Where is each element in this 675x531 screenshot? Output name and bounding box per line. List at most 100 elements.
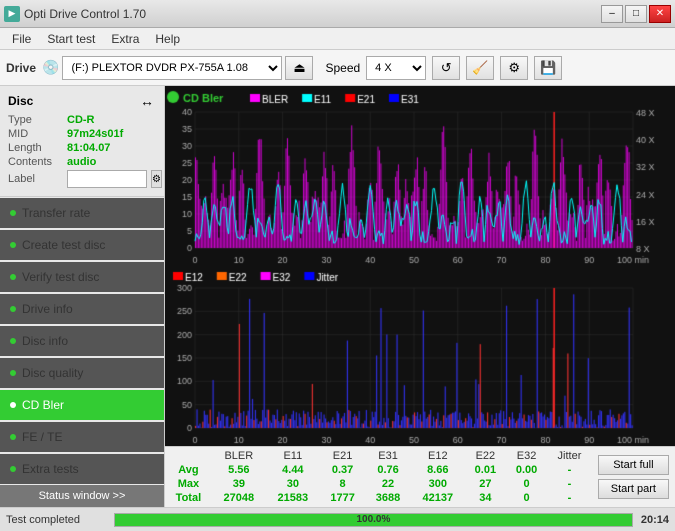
- nav-dot-disc-info: [10, 338, 16, 344]
- save-button[interactable]: 💾: [534, 56, 562, 80]
- maximize-button[interactable]: □: [625, 5, 647, 23]
- avg-e21: 0.37: [320, 463, 365, 477]
- chart-bottom-container: [165, 266, 675, 446]
- col-header-e22: E22: [465, 449, 506, 463]
- stats-table: BLER E11 E21 E31 E12 E22 E32 Jitter Avg …: [165, 449, 592, 505]
- nav-disc-info[interactable]: Disc info: [0, 326, 164, 356]
- type-value: CD-R: [67, 114, 95, 126]
- nav-disc-quality[interactable]: Disc quality: [0, 358, 164, 388]
- nav-dot-cd-bler: [10, 402, 16, 408]
- app-title: Opti Drive Control 1.70: [24, 7, 146, 21]
- nav-dot-create-test-disc: [10, 242, 16, 248]
- mid-value: 97m24s01f: [67, 128, 123, 140]
- disc-title: Disc: [8, 94, 33, 108]
- disc-panel: Disc ↔ Type CD-R MID 97m24s01f Length 81…: [0, 86, 164, 197]
- nav-extra-tests[interactable]: Extra tests: [0, 454, 164, 484]
- col-header-e32: E32: [506, 449, 547, 463]
- speed-label: Speed: [325, 61, 360, 75]
- chart-top-container: [165, 86, 675, 266]
- menu-file[interactable]: File: [4, 30, 39, 48]
- length-label: Length: [8, 142, 63, 154]
- avg-e11: 4.44: [266, 463, 320, 477]
- table-row-max: Max 39 30 8 22 300 27 0 -: [165, 477, 592, 491]
- col-header-empty: [165, 449, 212, 463]
- drive-icon: 💿: [42, 59, 59, 76]
- row-label-avg: Avg: [165, 463, 212, 477]
- row-label-total: Total: [165, 491, 212, 505]
- nav-label-transfer-rate: Transfer rate: [22, 206, 90, 220]
- max-e11: 30: [266, 477, 320, 491]
- length-value: 81:04.07: [67, 142, 110, 154]
- max-bler: 39: [212, 477, 266, 491]
- mid-label: MID: [8, 128, 63, 140]
- main-content: Disc ↔ Type CD-R MID 97m24s01f Length 81…: [0, 86, 675, 507]
- progress-label: 100.0%: [115, 514, 632, 526]
- nav-label-fe-te: FE / TE: [22, 430, 62, 444]
- time-label: 20:14: [641, 514, 669, 526]
- start-full-button[interactable]: Start full: [598, 455, 669, 475]
- nav-label-disc-quality: Disc quality: [22, 366, 83, 380]
- nav-create-test-disc[interactable]: Create test disc: [0, 230, 164, 260]
- nav-label-verify-test-disc: Verify test disc: [22, 270, 99, 284]
- progress-bar: 100.0%: [114, 513, 633, 527]
- col-header-e12: E12: [411, 449, 465, 463]
- nav-dot-drive-info: [10, 306, 16, 312]
- table-row-avg: Avg 5.56 4.44 0.37 0.76 8.66 0.01 0.00 -: [165, 463, 592, 477]
- col-header-bler: BLER: [212, 449, 266, 463]
- nav-label-cd-bler: CD Bler: [22, 398, 64, 412]
- max-e22: 27: [465, 477, 506, 491]
- nav-dot-transfer-rate: [10, 210, 16, 216]
- status-window-button[interactable]: Status window >>: [0, 485, 164, 507]
- nav-label-drive-info: Drive info: [22, 302, 73, 316]
- speed-select[interactable]: 4 X: [366, 56, 426, 80]
- minimize-button[interactable]: –: [601, 5, 623, 23]
- label-label: Label: [8, 173, 63, 185]
- total-e22: 34: [465, 491, 506, 505]
- disc-refresh-button[interactable]: ↔: [138, 92, 156, 110]
- nav-transfer-rate[interactable]: Transfer rate: [0, 198, 164, 228]
- chart-and-table: BLER E11 E21 E31 E12 E22 E32 Jitter Avg …: [165, 86, 675, 507]
- close-button[interactable]: ✕: [649, 5, 671, 23]
- nav-cd-bler[interactable]: CD Bler: [0, 390, 164, 420]
- total-jitter: -: [547, 491, 592, 505]
- refresh-button[interactable]: ↺: [432, 56, 460, 80]
- app-icon: ▶: [4, 6, 20, 22]
- nav-verify-test-disc[interactable]: Verify test disc: [0, 262, 164, 292]
- status-window-label: Status window >>: [39, 490, 126, 502]
- menu-start-test[interactable]: Start test: [39, 30, 103, 48]
- menubar: File Start test Extra Help: [0, 28, 675, 50]
- total-bler: 27048: [212, 491, 266, 505]
- table-row-total: Total 27048 21583 1777 3688 42137 34 0 -: [165, 491, 592, 505]
- eject-button[interactable]: ⏏: [285, 56, 313, 80]
- max-e31: 22: [365, 477, 410, 491]
- window-controls: – □ ✕: [601, 5, 671, 23]
- total-e31: 3688: [365, 491, 410, 505]
- nav-label-disc-info: Disc info: [22, 334, 68, 348]
- total-e32: 0: [506, 491, 547, 505]
- nav-fe-te[interactable]: FE / TE: [0, 422, 164, 452]
- label-input[interactable]: [67, 170, 147, 188]
- settings-button[interactable]: ⚙: [500, 56, 528, 80]
- menu-extra[interactable]: Extra: [103, 30, 147, 48]
- clear-button[interactable]: 🧹: [466, 56, 494, 80]
- chart-bottom-canvas: [165, 266, 675, 446]
- menu-help[interactable]: Help: [147, 30, 188, 48]
- start-part-button[interactable]: Start part: [598, 479, 669, 499]
- col-header-jitter: Jitter: [547, 449, 592, 463]
- total-e11: 21583: [266, 491, 320, 505]
- label-settings-button[interactable]: ⚙: [151, 170, 162, 188]
- max-e12: 300: [411, 477, 465, 491]
- sidebar-nav: Transfer rate Create test disc Verify te…: [0, 197, 164, 485]
- max-e32: 0: [506, 477, 547, 491]
- titlebar: ▶ Opti Drive Control 1.70 – □ ✕: [0, 0, 675, 28]
- nav-dot-fe-te: [10, 434, 16, 440]
- nav-label-create-test-disc: Create test disc: [22, 238, 105, 252]
- action-buttons: Start full Start part: [592, 453, 675, 501]
- nav-drive-info[interactable]: Drive info: [0, 294, 164, 324]
- drive-select[interactable]: (F:) PLEXTOR DVDR PX-755A 1.08: [62, 56, 282, 80]
- max-jitter: -: [547, 477, 592, 491]
- avg-e31: 0.76: [365, 463, 410, 477]
- col-header-e11: E11: [266, 449, 320, 463]
- drive-label: Drive: [6, 61, 36, 75]
- status-text: Test completed: [6, 514, 106, 526]
